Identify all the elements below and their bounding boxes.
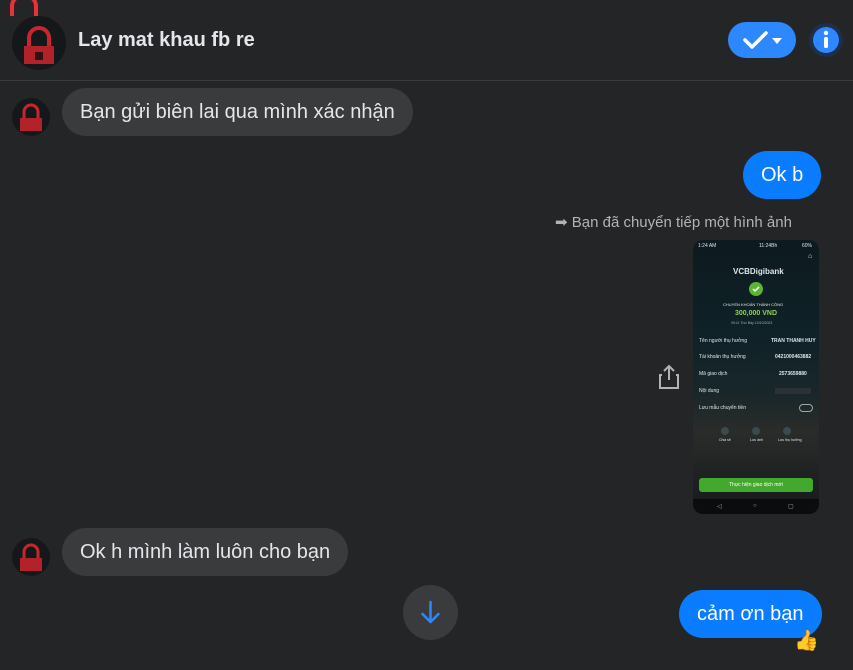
scroll-to-bottom-button[interactable] — [403, 585, 458, 640]
forward-arrow-icon: ➡ — [555, 214, 568, 231]
mark-read-dropdown-button[interactable] — [728, 22, 796, 58]
action-label: Lưu ảnh — [750, 438, 764, 442]
new-transaction-button: Thực hiện giao dịch mới — [699, 478, 813, 492]
row-label: Tài khoản thụ hưởng — [699, 354, 746, 360]
status-time-right: 11:24Bh — [759, 243, 778, 249]
share-action-icon — [721, 427, 729, 435]
row-value: 0421000463882 — [775, 354, 812, 360]
forwarded-image[interactable]: 1:24 AM 11:24Bh 60% ⌂ VCBDigibank CHUYỂN… — [693, 240, 819, 514]
sender-avatar[interactable] — [12, 98, 50, 136]
transaction-date: 09:11 Thứ Bảy 10/10/2023 — [731, 321, 773, 325]
contact-avatar[interactable] — [12, 16, 66, 70]
redacted-content — [775, 388, 811, 394]
lock-shackle-icon — [10, 0, 38, 16]
camera-action-icon — [752, 427, 760, 435]
row-value: TRAN THANH HUY — [771, 338, 816, 344]
amount: 300,000 VND — [735, 310, 778, 317]
row-label: Tên người thụ hưởng — [699, 338, 748, 344]
message-bubble-outgoing[interactable]: Ok b — [743, 151, 822, 199]
android-nav-bar: ◁ ○ ▢ — [693, 499, 819, 514]
info-icon[interactable] — [806, 22, 846, 58]
save-template-label: Lưu mẫu chuyển tiền — [699, 405, 746, 411]
row-value: 2573659880 — [779, 371, 807, 377]
message-bubble-incoming[interactable]: Bạn gửi biên lai qua mình xác nhận — [62, 88, 413, 136]
back-icon: ◁ — [717, 504, 722, 510]
home-icon: ⌂ — [808, 253, 813, 260]
forward-note: ➡ Bạn đã chuyển tiếp một hình ảnh — [555, 213, 792, 231]
chat-header: Lay mat khau fb re — [0, 0, 853, 81]
sender-avatar[interactable] — [12, 538, 50, 576]
home-nav-icon: ○ — [753, 503, 757, 509]
arrow-down-icon — [421, 600, 440, 624]
action-label: Lưu thụ hưởng — [778, 438, 802, 442]
row-label: Nội dung — [699, 388, 720, 394]
success-check-icon — [749, 282, 763, 296]
share-icon[interactable] — [657, 364, 681, 390]
save-template-toggle — [799, 404, 813, 412]
row-label: Mã giao dịch — [699, 371, 728, 377]
user-action-icon — [783, 427, 791, 435]
bank-logo: VCBDigibank — [733, 267, 784, 276]
status-time: 1:24 AM — [698, 243, 717, 249]
message-bubble-incoming[interactable]: Ok h mình làm luôn cho bạn — [62, 528, 349, 576]
forward-note-text: Bạn đã chuyển tiếp một hình ảnh — [571, 214, 792, 231]
conversation-title: Lay mat khau fb re — [78, 29, 255, 51]
action-label: Chia sẻ — [719, 438, 731, 442]
battery-level: 60% — [802, 243, 813, 249]
recents-icon: ▢ — [788, 504, 794, 510]
success-label: CHUYỂN KHOẢN THÀNH CÔNG — [723, 302, 784, 307]
thumbs-up-reaction-icon[interactable]: 👍 — [794, 628, 819, 653]
